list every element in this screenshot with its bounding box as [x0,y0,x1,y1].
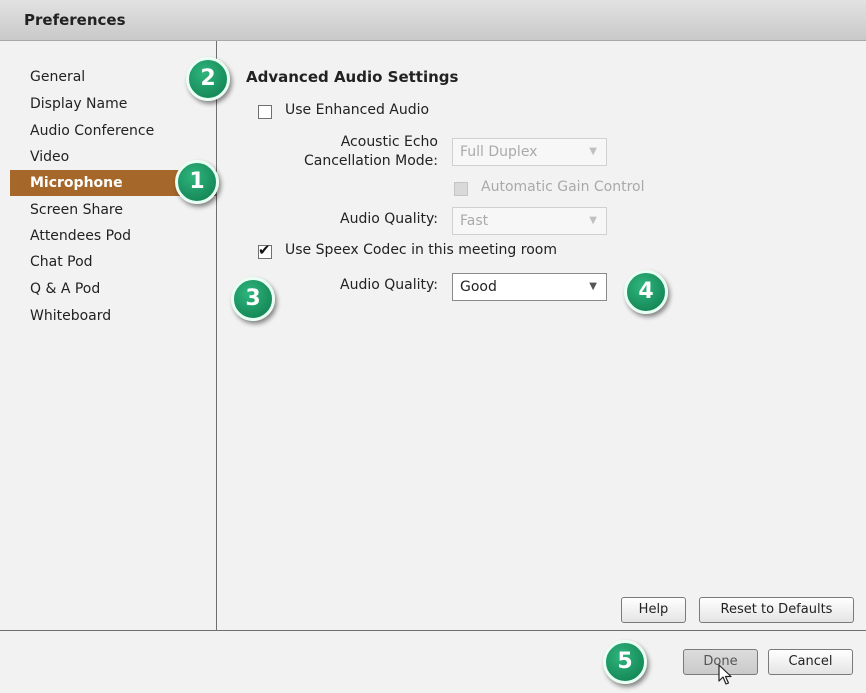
speex-audio-quality-value: Good [460,279,497,295]
callout-badge-1: 1 [175,160,219,204]
reset-defaults-button[interactable]: Reset to Defaults [699,597,854,623]
speex-audio-quality-select[interactable]: Good ▼ [452,273,607,301]
cancel-button[interactable]: Cancel [768,649,853,675]
agc-checkbox[interactable] [454,182,468,196]
enhanced-audio-quality-select[interactable]: Fast ▼ [452,207,607,235]
callout-badge-2: 2 [186,57,230,101]
sidebar-item-attendees-pod[interactable]: Attendees Pod [10,223,216,249]
chevron-down-icon: ▼ [589,215,597,226]
preferences-dialog: Preferences General Display Name Audio C… [0,0,866,693]
callout-badge-3: 3 [231,277,275,321]
help-button[interactable]: Help [621,597,686,623]
dialog-footer: Done Cancel [0,630,866,693]
sidebar-item-audio-conference[interactable]: Audio Conference [10,118,216,144]
sidebar-item-display-name[interactable]: Display Name [10,91,216,117]
checkmark-icon: ✔ [258,241,271,259]
window-title: Preferences [24,11,126,29]
settings-panel: Advanced Audio Settings Use Enhanced Aud… [217,41,866,630]
echo-mode-label: Acoustic Echo Cancellation Mode: [303,134,438,169]
enhanced-audio-label: Use Enhanced Audio [285,102,430,118]
callout-badge-4: 4 [624,270,668,314]
echo-mode-select[interactable]: Full Duplex ▼ [452,138,607,166]
chevron-down-icon: ▼ [589,281,597,292]
section-title: Advanced Audio Settings [246,68,459,86]
enhanced-audio-checkbox[interactable] [258,105,272,119]
sidebar-item-whiteboard[interactable]: Whiteboard [10,303,216,329]
sidebar-item-chat-pod[interactable]: Chat Pod [10,249,216,275]
speex-codec-label: Use Speex Codec in this meeting room [285,242,557,258]
speex-codec-checkbox[interactable]: ✔ [258,241,272,259]
enhanced-audio-quality-value: Fast [460,213,489,229]
callout-badge-5: 5 [603,640,647,684]
agc-label: Automatic Gain Control [481,179,645,195]
title-bar: Preferences [0,0,866,41]
speex-audio-quality-label: Audio Quality: [340,277,438,293]
preferences-sidebar: General Display Name Audio Conference Vi… [10,41,217,630]
mouse-pointer-icon [718,664,732,685]
enhanced-audio-quality-label: Audio Quality: [340,211,438,227]
chevron-down-icon: ▼ [589,146,597,157]
echo-mode-value: Full Duplex [460,144,538,160]
sidebar-item-qa-pod[interactable]: Q & A Pod [10,276,216,302]
